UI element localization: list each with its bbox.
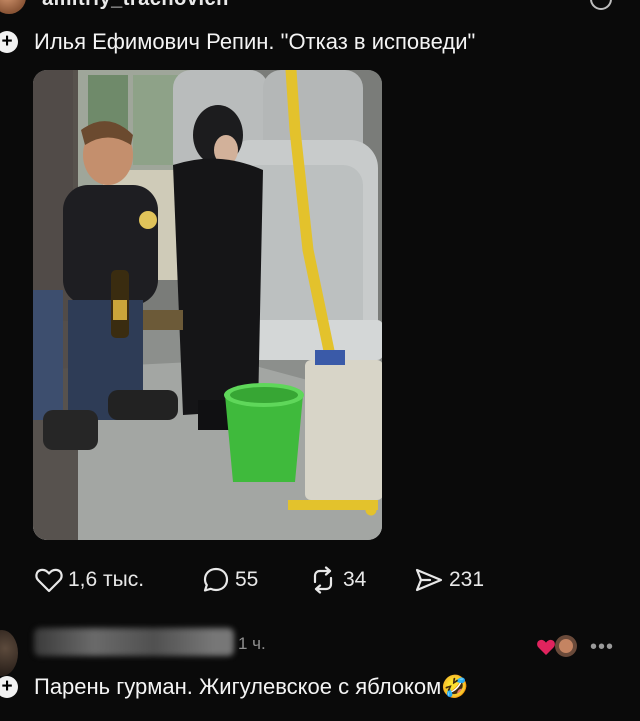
send-icon [415, 568, 443, 592]
commenter-follow-button[interactable]: + [0, 676, 18, 698]
comments-count: 55 [235, 568, 259, 591]
commenter-avatar[interactable] [0, 630, 18, 676]
like-button[interactable]: 1,6 тыс. [35, 566, 144, 594]
post-photo[interactable] [33, 70, 382, 540]
comment-button[interactable]: 55 [202, 566, 258, 594]
repost-button[interactable]: 34 [308, 566, 366, 594]
comment-text: Парень гурман. Жигулевское с яблоком🤣 [34, 674, 469, 699]
reposts-count: 34 [343, 568, 367, 591]
commenter-username-blurred[interactable] [34, 628, 234, 656]
more-options-icon[interactable] [590, 0, 612, 10]
author-liked-badge [536, 634, 580, 658]
author-avatar[interactable] [0, 0, 26, 14]
comment-bubble-icon [203, 567, 229, 592]
repost-icon [313, 566, 333, 594]
liked-by-author-icon [537, 635, 577, 657]
bus-interior-image [33, 70, 382, 540]
share-button[interactable]: 231 [414, 566, 484, 594]
follow-button[interactable]: + [0, 31, 18, 53]
comment-time: 1 ч. [238, 634, 266, 653]
comment-more-icon[interactable]: ••• [590, 636, 614, 659]
author-username[interactable]: amitriy_trachovich [42, 0, 229, 11]
heart-icon [35, 568, 63, 593]
shares-count: 231 [449, 568, 485, 591]
likes-count: 1,6 тыс. [68, 568, 145, 591]
post-text: Илья Ефимович Репин. "Отказ в исповеди" [34, 29, 476, 54]
